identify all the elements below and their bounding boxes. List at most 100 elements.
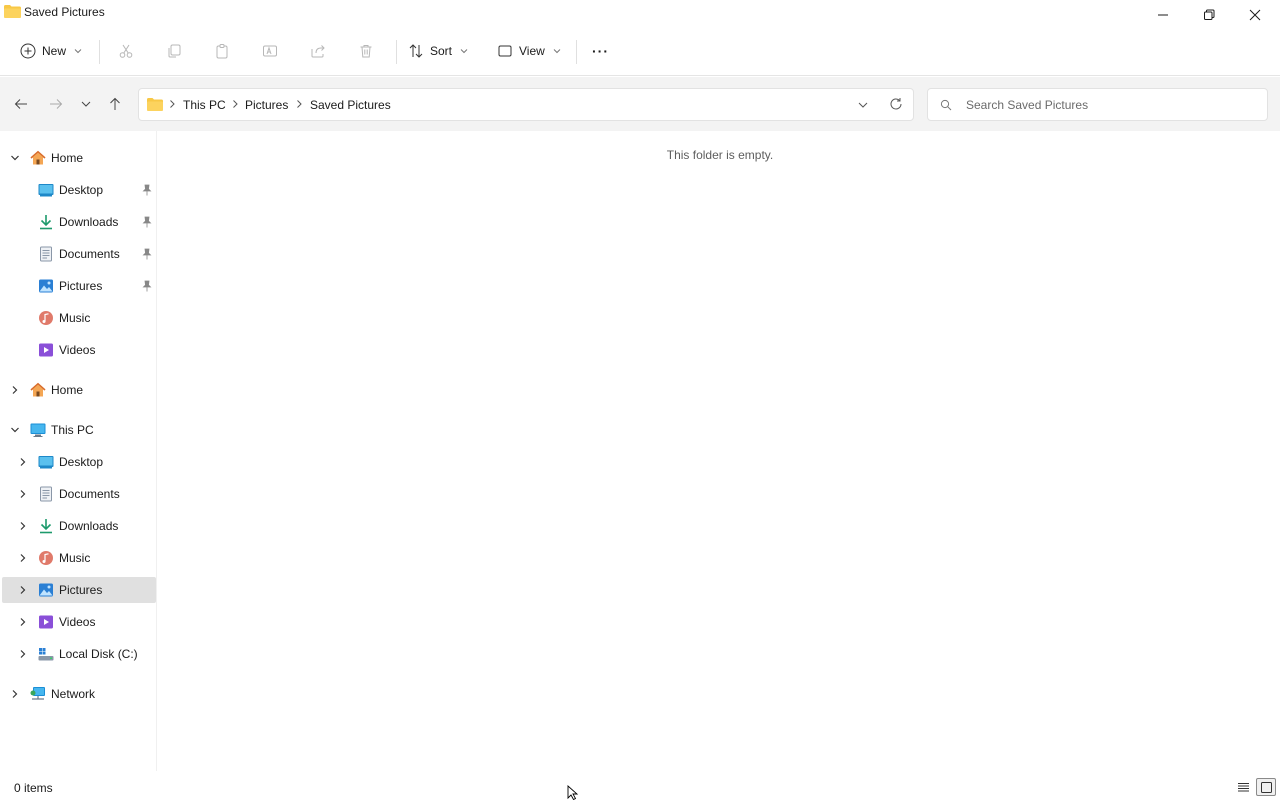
nav-item-videos[interactable]: Videos bbox=[2, 337, 156, 363]
nav-label: Desktop bbox=[59, 183, 104, 197]
document-icon bbox=[40, 246, 52, 262]
nav-item-pictures[interactable]: Pictures bbox=[2, 273, 156, 299]
large-icons-view-button[interactable] bbox=[1256, 778, 1276, 796]
home-icon bbox=[30, 150, 46, 165]
sort-button[interactable]: Sort bbox=[408, 38, 468, 64]
nav-label: Desktop bbox=[59, 455, 104, 469]
window-title: Saved Pictures bbox=[24, 5, 105, 19]
pictures-icon bbox=[39, 279, 53, 293]
breadcrumb-saved-pictures[interactable]: Saved Pictures bbox=[310, 98, 391, 112]
nav-item-home[interactable]: Home bbox=[2, 145, 156, 171]
chevron-right-icon[interactable] bbox=[10, 385, 20, 395]
chevron-right-icon bbox=[170, 100, 175, 108]
pin-icon bbox=[142, 248, 152, 260]
nav-item-documents[interactable]: Documents bbox=[2, 241, 156, 267]
home-icon bbox=[30, 382, 46, 397]
rename-button[interactable] bbox=[262, 38, 278, 64]
empty-folder-message: This folder is empty. bbox=[666, 148, 774, 162]
nav-item-pc-downloads[interactable]: Downloads bbox=[2, 513, 156, 539]
up-button[interactable] bbox=[105, 94, 125, 114]
delete-button[interactable] bbox=[358, 38, 374, 64]
chevron-right-icon[interactable] bbox=[18, 585, 28, 595]
forward-button[interactable] bbox=[46, 94, 66, 114]
videos-icon bbox=[39, 615, 53, 629]
nav-item-pc-pictures[interactable]: Pictures bbox=[2, 577, 156, 603]
chevron-right-icon[interactable] bbox=[18, 649, 28, 659]
restore-button[interactable] bbox=[1186, 0, 1232, 30]
nav-label: Videos bbox=[59, 343, 96, 357]
address-row: This PC Pictures Saved Pictures bbox=[0, 77, 1280, 131]
arrow-up-icon bbox=[110, 97, 120, 110]
nav-item-pc-desktop[interactable]: Desktop bbox=[2, 449, 156, 475]
chevron-down-icon bbox=[74, 49, 82, 54]
new-button[interactable]: New bbox=[20, 38, 82, 64]
pin-icon bbox=[142, 216, 152, 228]
chevron-right-icon[interactable] bbox=[10, 689, 20, 699]
nav-label: Network bbox=[51, 687, 96, 701]
back-button[interactable] bbox=[11, 94, 31, 114]
chevron-right-icon[interactable] bbox=[18, 553, 28, 563]
chevron-down-icon[interactable] bbox=[857, 99, 869, 111]
download-icon bbox=[40, 215, 52, 230]
nav-item-pc-documents[interactable]: Documents bbox=[2, 481, 156, 507]
sort-icon bbox=[409, 44, 423, 58]
refresh-icon[interactable] bbox=[889, 97, 903, 111]
download-icon bbox=[40, 519, 52, 534]
address-bar[interactable]: This PC Pictures Saved Pictures bbox=[138, 88, 914, 121]
cut-button[interactable] bbox=[118, 38, 134, 64]
nav-item-music[interactable]: Music bbox=[2, 305, 156, 331]
nav-label: Downloads bbox=[59, 519, 119, 533]
minimize-button[interactable] bbox=[1140, 0, 1186, 30]
arrow-left-icon bbox=[14, 99, 27, 109]
nav-label: Home bbox=[51, 383, 84, 397]
nav-item-local-disk[interactable]: Local Disk (C:) bbox=[2, 641, 156, 667]
nav-label: Music bbox=[59, 311, 91, 325]
close-icon bbox=[1249, 9, 1261, 21]
file-list-pane[interactable]: This folder is empty. bbox=[157, 131, 1280, 771]
search-box[interactable] bbox=[927, 88, 1268, 121]
nav-item-this-pc[interactable]: This PC bbox=[2, 417, 156, 443]
view-label: View bbox=[519, 44, 545, 58]
nav-label: Music bbox=[59, 551, 91, 565]
nav-label: Pictures bbox=[59, 279, 103, 293]
paste-button[interactable] bbox=[214, 38, 230, 64]
chevron-down-icon bbox=[460, 49, 468, 54]
breadcrumb-pictures[interactable]: Pictures bbox=[245, 98, 288, 112]
chevron-down-icon[interactable] bbox=[10, 153, 20, 163]
scissors-icon bbox=[119, 44, 133, 58]
breadcrumb-this-pc[interactable]: This PC bbox=[183, 98, 226, 112]
nav-item-desktop[interactable]: Desktop bbox=[2, 177, 156, 203]
nav-label: Videos bbox=[59, 615, 96, 629]
search-input[interactable] bbox=[966, 96, 1256, 114]
desktop-icon bbox=[38, 184, 54, 197]
chevron-right-icon[interactable] bbox=[18, 521, 28, 531]
plus-circle-icon bbox=[20, 43, 36, 59]
view-icon bbox=[498, 45, 512, 57]
nav-item-downloads[interactable]: Downloads bbox=[2, 209, 156, 235]
chevron-right-icon[interactable] bbox=[18, 457, 28, 467]
arrow-right-icon bbox=[50, 99, 63, 109]
mouse-cursor-icon bbox=[567, 785, 579, 800]
minimize-icon bbox=[1158, 14, 1168, 16]
recent-locations-button[interactable] bbox=[76, 94, 96, 114]
chevron-down-icon bbox=[81, 101, 91, 107]
view-button[interactable]: View bbox=[497, 38, 561, 64]
folder-icon bbox=[4, 5, 21, 18]
nav-item-pc-music[interactable]: Music bbox=[2, 545, 156, 571]
chevron-right-icon[interactable] bbox=[18, 617, 28, 627]
more-options-button[interactable]: ··· bbox=[592, 38, 609, 64]
close-button[interactable] bbox=[1232, 0, 1278, 30]
chevron-down-icon[interactable] bbox=[10, 425, 20, 435]
nav-item-network[interactable]: Network bbox=[2, 681, 156, 707]
nav-item-home-collapsed[interactable]: Home bbox=[2, 377, 156, 403]
network-icon bbox=[30, 687, 45, 700]
chevron-right-icon[interactable] bbox=[18, 489, 28, 499]
music-icon bbox=[39, 551, 53, 565]
rename-icon bbox=[263, 45, 277, 57]
nav-label: Pictures bbox=[59, 583, 103, 597]
details-view-button[interactable] bbox=[1233, 778, 1253, 796]
item-count: 0 items bbox=[14, 781, 53, 795]
share-button[interactable] bbox=[310, 38, 326, 64]
nav-item-pc-videos[interactable]: Videos bbox=[2, 609, 156, 635]
copy-button[interactable] bbox=[166, 38, 182, 64]
